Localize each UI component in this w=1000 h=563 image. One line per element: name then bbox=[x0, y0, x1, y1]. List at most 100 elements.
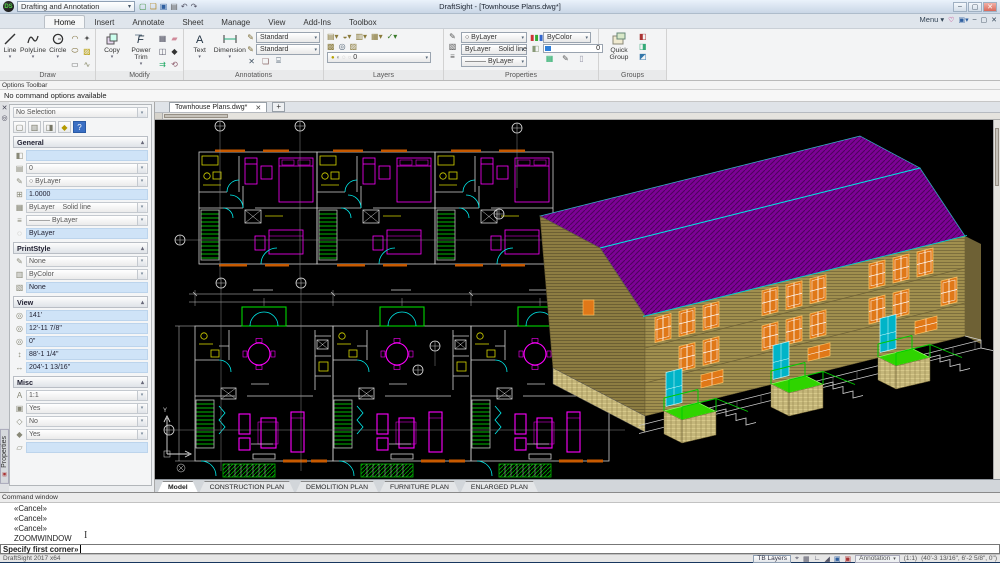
help-icon[interactable]: ▣▾ bbox=[958, 16, 968, 24]
tab-sheet[interactable]: Sheet bbox=[173, 16, 212, 28]
selection-filter-select[interactable]: No Selection bbox=[13, 107, 148, 118]
centery-value[interactable]: 12'-11 7/8" bbox=[26, 322, 148, 334]
ucsorigin-value[interactable]: No bbox=[26, 415, 148, 427]
pointer-snap-icon[interactable]: ⌖ bbox=[795, 555, 799, 563]
edit-properties-icon[interactable]: ✎ bbox=[560, 54, 571, 63]
paper-icon[interactable]: ▯ bbox=[576, 54, 587, 63]
match-properties-icon[interactable]: ▦ bbox=[544, 54, 555, 63]
filter-icon[interactable]: ◨ bbox=[43, 121, 56, 133]
minimize-button[interactable]: ‒ bbox=[953, 1, 967, 12]
ucsname-value[interactable] bbox=[26, 441, 148, 453]
quick-group-button[interactable]: Quick Group bbox=[602, 30, 636, 69]
vscroll-thumb[interactable] bbox=[995, 128, 999, 186]
centerz-value[interactable]: 0" bbox=[26, 335, 148, 347]
section-printstyle[interactable]: PrintStyle ▴ bbox=[13, 242, 148, 254]
close-button[interactable]: ✕ bbox=[983, 1, 997, 12]
sheet-tab-enlarged[interactable]: ENLARGED PLAN bbox=[461, 481, 538, 492]
doc-minimize-icon[interactable]: ‒ bbox=[973, 16, 977, 23]
tab-home[interactable]: Home bbox=[44, 15, 86, 28]
draw-extra-tools[interactable]: ◠ ✦ ⬭ ▨ ▭ ∿ bbox=[69, 30, 92, 70]
tab-annotate[interactable]: Annotate bbox=[123, 16, 173, 28]
select-elements-icon[interactable]: ▢ bbox=[13, 121, 26, 133]
centerx-value[interactable]: 141' bbox=[26, 309, 148, 321]
undo-icon[interactable]: ↶ bbox=[181, 2, 188, 11]
sheet-tab-model[interactable]: Model bbox=[158, 481, 198, 492]
hatch-color-select[interactable]: ByColor bbox=[543, 32, 591, 43]
annotation-scale-select[interactable]: Annotation ▾ bbox=[855, 554, 900, 563]
menu-dropdown[interactable]: Menu ▾ bbox=[920, 15, 945, 24]
print-icon[interactable]: ▤ bbox=[170, 2, 178, 11]
sheet-tab-construction[interactable]: CONSTRUCTION PLAN bbox=[200, 481, 294, 492]
drawing-canvas[interactable]: Y bbox=[155, 120, 1000, 479]
transparency-slider[interactable]: 0 bbox=[543, 44, 603, 53]
vertical-scrollbar[interactable] bbox=[993, 120, 1000, 479]
workspace-selector[interactable]: Drafting and Annotation ▾ bbox=[17, 1, 135, 12]
open-icon[interactable]: ❏ bbox=[150, 2, 157, 11]
active-layer-select[interactable]: ● ◐ ◌ ○ 0 bbox=[327, 52, 431, 63]
layer-tools-row1[interactable]: ▤▾ ◒▾ ▥▾ ▦▾ ✓▾ bbox=[327, 32, 440, 41]
horizontal-scrollbar[interactable] bbox=[155, 113, 1000, 120]
text-button[interactable]: A Text ▾ bbox=[187, 30, 212, 69]
linescale-value[interactable]: 1.0000 bbox=[26, 188, 148, 200]
save-icon[interactable]: ▣ bbox=[160, 2, 168, 11]
annotation-tools[interactable]: ✕ ❏ ⌸ bbox=[247, 56, 320, 66]
palette-close-icon[interactable]: ✕ bbox=[2, 105, 8, 112]
highlight-icon[interactable]: ◆ bbox=[58, 121, 71, 133]
ortho-icon[interactable]: ∟ bbox=[814, 555, 821, 562]
app-icon[interactable]: DS bbox=[3, 1, 14, 12]
line-weight-select[interactable]: ——— ByLayer bbox=[461, 56, 527, 67]
hscroll-thumb[interactable] bbox=[164, 114, 228, 118]
group-extra-tools[interactable]: ◧ ◨ ◩ bbox=[639, 30, 647, 69]
text-style-select[interactable]: Standard bbox=[256, 32, 320, 43]
document-tab[interactable]: Townhouse Plans.dwg* ✕ bbox=[169, 102, 268, 112]
doc-close-icon[interactable]: ✕ bbox=[991, 16, 997, 24]
ucsicon-value[interactable]: Yes bbox=[26, 402, 148, 414]
tb-layers-button[interactable]: TB Layers bbox=[753, 554, 792, 563]
new-icon[interactable]: ▢ bbox=[139, 2, 147, 11]
printstyle-value[interactable]: None bbox=[26, 255, 148, 267]
quick-select-icon[interactable]: ▥ bbox=[28, 121, 41, 133]
palette-pin-icon[interactable]: ◎ bbox=[1, 115, 7, 122]
tab-view[interactable]: View bbox=[259, 16, 294, 28]
linestyle-value[interactable]: ByLayer Solid line bbox=[26, 201, 148, 213]
layer-tools-row2[interactable]: ▩ ◎ ▨ bbox=[327, 42, 440, 51]
printtable-value[interactable]: None bbox=[26, 281, 148, 293]
tab-addins[interactable]: Add-Ins bbox=[294, 16, 340, 28]
help-question-icon[interactable]: ? bbox=[73, 121, 86, 133]
copy-button[interactable]: Copy ▾ bbox=[99, 30, 125, 70]
grid-icon[interactable]: ▦ bbox=[803, 555, 810, 563]
entity-snap-icon[interactable]: ▣ bbox=[834, 555, 841, 563]
annoscale-value[interactable]: 1:1 bbox=[26, 389, 148, 401]
transparency-value[interactable]: ByLayer bbox=[26, 227, 148, 239]
section-view[interactable]: View ▴ bbox=[13, 296, 148, 308]
palette-side-tab[interactable]: ▣ Properties bbox=[0, 429, 9, 484]
new-tab-button[interactable]: + bbox=[272, 102, 286, 112]
circle-button[interactable]: Circle ▾ bbox=[49, 30, 66, 70]
power-trim-button[interactable]: F Power Trim ▾ bbox=[128, 30, 154, 70]
printcolor-value[interactable]: ByColor bbox=[26, 268, 148, 280]
command-log[interactable]: «Cancel» «Cancel» «Cancel» ZOOMWINDOW I bbox=[0, 503, 1000, 544]
entity-track-icon[interactable]: ▣ bbox=[845, 555, 852, 563]
maximize-button[interactable]: ▢ bbox=[968, 1, 982, 12]
doc-restore-icon[interactable]: ▢ bbox=[981, 16, 988, 24]
color-value[interactable] bbox=[26, 149, 148, 161]
line-style-select[interactable]: ByLayer Solid line bbox=[461, 44, 527, 55]
redo-icon[interactable]: ↷ bbox=[191, 2, 198, 11]
sheet-tab-furniture[interactable]: FURNITURE PLAN bbox=[380, 481, 459, 492]
linecolor-value[interactable]: ○ ByLayer bbox=[26, 175, 148, 187]
tab-toolbox[interactable]: Toolbox bbox=[340, 16, 386, 28]
section-misc[interactable]: Misc ▴ bbox=[13, 376, 148, 388]
dim-style-select[interactable]: Standard bbox=[256, 44, 320, 55]
favorites-heart-icon[interactable]: ♡ bbox=[948, 16, 954, 24]
section-general[interactable]: General ▴ bbox=[13, 136, 148, 148]
lineweight-value[interactable]: ——— ByLayer bbox=[26, 214, 148, 226]
line-button[interactable]: Line ▾ bbox=[3, 30, 17, 70]
sheet-tab-demolition[interactable]: DEMOLITION PLAN bbox=[296, 481, 378, 492]
command-prompt[interactable]: Specify first corner» bbox=[0, 544, 1000, 554]
dimension-button[interactable]: Dimension ▾ bbox=[214, 30, 246, 69]
height-value[interactable]: 88'-1 1/4" bbox=[26, 348, 148, 360]
tab-insert[interactable]: Insert bbox=[85, 16, 123, 28]
ucsperview-value[interactable]: Yes bbox=[26, 428, 148, 440]
polyline-button[interactable]: PolyLine ▾ bbox=[20, 30, 46, 70]
layer-value[interactable]: 0 bbox=[26, 162, 148, 174]
